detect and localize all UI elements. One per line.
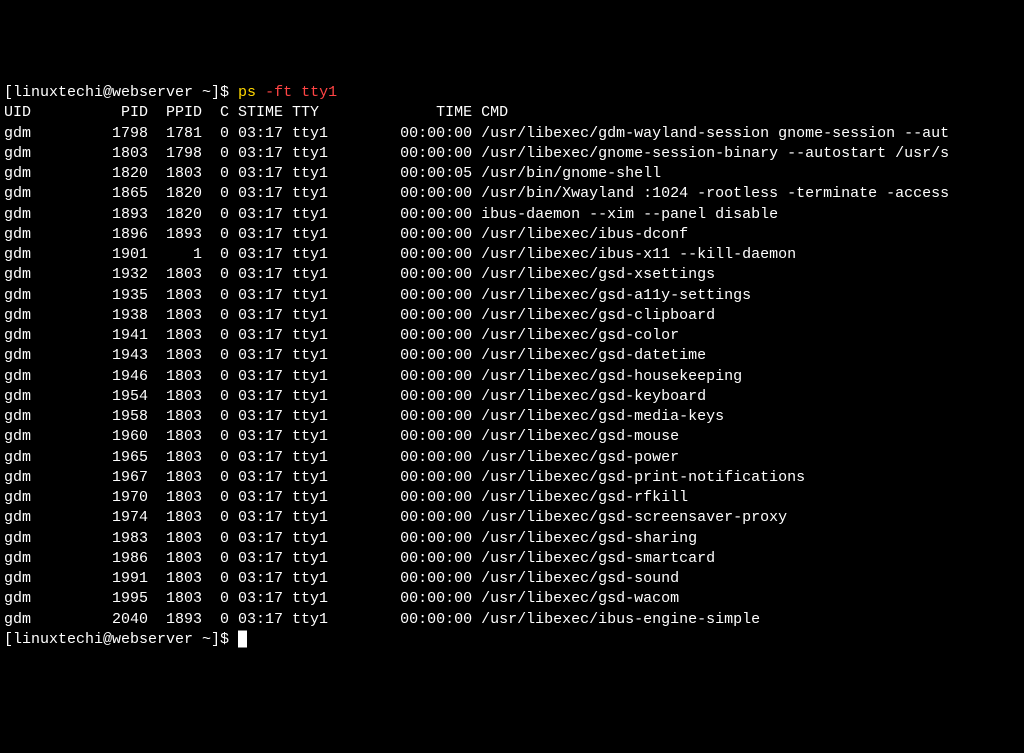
- process-row: gdm 1943 1803 0 03:17 tty1 00:00:00 /usr…: [4, 346, 1020, 366]
- process-row: gdm 1941 1803 0 03:17 tty1 00:00:00 /usr…: [4, 326, 1020, 346]
- process-row: gdm 1970 1803 0 03:17 tty1 00:00:00 /usr…: [4, 488, 1020, 508]
- process-row: gdm 1974 1803 0 03:17 tty1 00:00:00 /usr…: [4, 508, 1020, 528]
- process-row: gdm 1935 1803 0 03:17 tty1 00:00:00 /usr…: [4, 286, 1020, 306]
- prompt-user-host-2: [linuxtechi@webserver ~]$: [4, 631, 238, 648]
- process-row: gdm 1932 1803 0 03:17 tty1 00:00:00 /usr…: [4, 265, 1020, 285]
- prompt-line-2: [linuxtechi@webserver ~]$ █: [4, 630, 1020, 650]
- process-row: gdm 1995 1803 0 03:17 tty1 00:00:00 /usr…: [4, 589, 1020, 609]
- process-row: gdm 1865 1820 0 03:17 tty1 00:00:00 /usr…: [4, 184, 1020, 204]
- cursor: █: [238, 631, 247, 648]
- ps-header-row: UID PID PPID C STIME TTY TIME CMD: [4, 103, 1020, 123]
- process-row: gdm 2040 1893 0 03:17 tty1 00:00:00 /usr…: [4, 610, 1020, 630]
- process-row: gdm 1896 1893 0 03:17 tty1 00:00:00 /usr…: [4, 225, 1020, 245]
- process-list: gdm 1798 1781 0 03:17 tty1 00:00:00 /usr…: [4, 124, 1020, 630]
- process-row: gdm 1803 1798 0 03:17 tty1 00:00:00 /usr…: [4, 144, 1020, 164]
- process-row: gdm 1958 1803 0 03:17 tty1 00:00:00 /usr…: [4, 407, 1020, 427]
- process-row: gdm 1983 1803 0 03:17 tty1 00:00:00 /usr…: [4, 529, 1020, 549]
- process-row: gdm 1946 1803 0 03:17 tty1 00:00:00 /usr…: [4, 367, 1020, 387]
- process-row: gdm 1967 1803 0 03:17 tty1 00:00:00 /usr…: [4, 468, 1020, 488]
- prompt-line-1: [linuxtechi@webserver ~]$ ps -ft tty1: [4, 83, 1020, 103]
- command-name: ps: [238, 84, 256, 101]
- process-row: gdm 1820 1803 0 03:17 tty1 00:00:05 /usr…: [4, 164, 1020, 184]
- process-row: gdm 1965 1803 0 03:17 tty1 00:00:00 /usr…: [4, 448, 1020, 468]
- command-args: -ft tty1: [256, 84, 337, 101]
- process-row: gdm 1991 1803 0 03:17 tty1 00:00:00 /usr…: [4, 569, 1020, 589]
- process-row: gdm 1986 1803 0 03:17 tty1 00:00:00 /usr…: [4, 549, 1020, 569]
- process-row: gdm 1954 1803 0 03:17 tty1 00:00:00 /usr…: [4, 387, 1020, 407]
- process-row: gdm 1798 1781 0 03:17 tty1 00:00:00 /usr…: [4, 124, 1020, 144]
- process-row: gdm 1893 1820 0 03:17 tty1 00:00:00 ibus…: [4, 205, 1020, 225]
- terminal-output[interactable]: [linuxtechi@webserver ~]$ ps -ft tty1UID…: [4, 83, 1020, 650]
- process-row: gdm 1901 1 0 03:17 tty1 00:00:00 /usr/li…: [4, 245, 1020, 265]
- prompt-user-host: [linuxtechi@webserver ~]$: [4, 84, 238, 101]
- process-row: gdm 1938 1803 0 03:17 tty1 00:00:00 /usr…: [4, 306, 1020, 326]
- process-row: gdm 1960 1803 0 03:17 tty1 00:00:00 /usr…: [4, 427, 1020, 447]
